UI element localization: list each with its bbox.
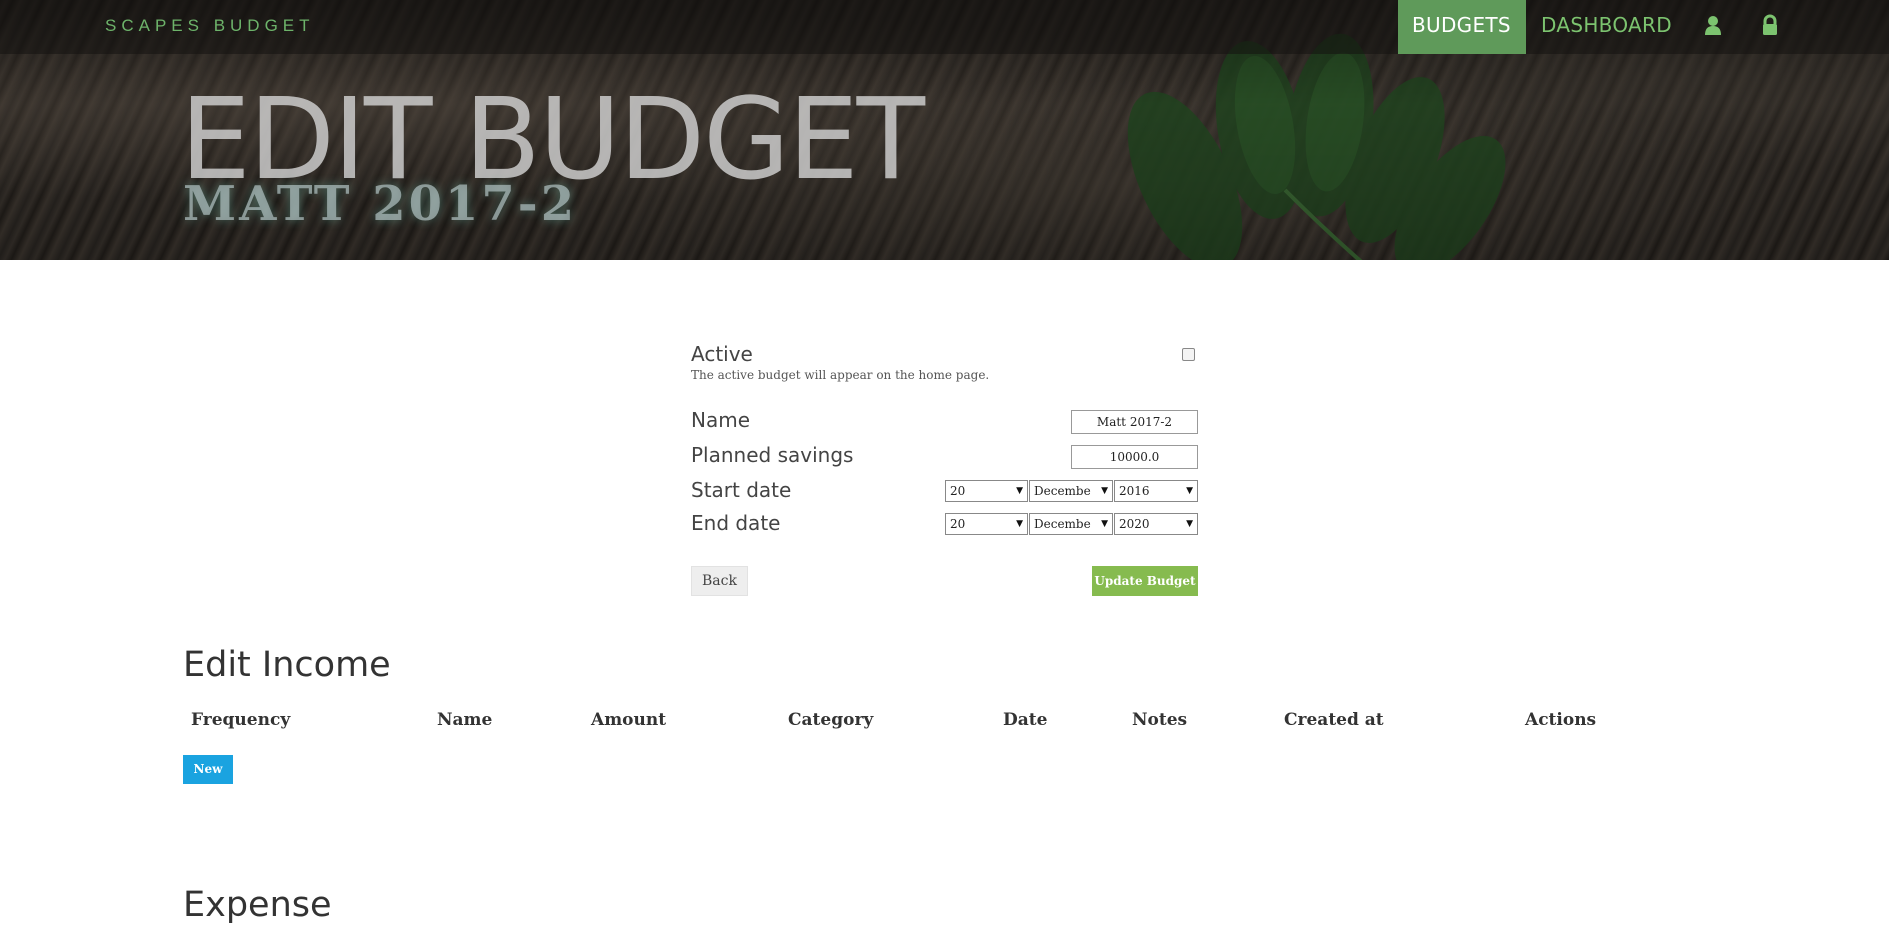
- start-date-label: Start date: [691, 478, 792, 502]
- name-input[interactable]: Matt 2017-2: [1071, 410, 1198, 434]
- back-button[interactable]: Back: [691, 566, 748, 596]
- nav-link-dashboard[interactable]: DASHBOARD: [1527, 0, 1682, 54]
- column-header-actions: Actions: [1525, 710, 1597, 730]
- expense-section-title: Expense: [183, 885, 332, 925]
- chevron-down-icon: ▼: [1101, 486, 1108, 496]
- planned-savings-input[interactable]: 10000.0: [1071, 445, 1198, 469]
- update-budget-button[interactable]: Update Budget: [1092, 566, 1198, 596]
- end-month-value: Decembe: [1034, 517, 1091, 531]
- new-income-button[interactable]: New: [183, 755, 233, 784]
- end-day-select[interactable]: 20 ▼: [945, 513, 1028, 535]
- chevron-down-icon: ▼: [1016, 486, 1023, 496]
- column-header-created-at: Created at: [1284, 710, 1384, 730]
- brand-logo[interactable]: SCAPES BUDGET: [105, 16, 315, 36]
- hero-banner: SCAPES BUDGET BUDGETS DASHBOARD EDIT BUD…: [0, 0, 1889, 260]
- navbar: SCAPES BUDGET BUDGETS DASHBOARD: [0, 0, 1889, 54]
- name-label: Name: [691, 408, 751, 432]
- column-header-frequency: Frequency: [191, 710, 291, 730]
- active-checkbox[interactable]: [1182, 348, 1195, 361]
- lock-icon[interactable]: [1760, 14, 1780, 36]
- budget-subtitle: MATT 2017-2: [183, 176, 578, 232]
- start-year-select[interactable]: 2016 ▼: [1114, 480, 1198, 502]
- start-year-value: 2016: [1119, 484, 1150, 498]
- start-day-select[interactable]: 20 ▼: [945, 480, 1028, 502]
- income-section-title: Edit Income: [183, 645, 391, 685]
- column-header-name: Name: [437, 710, 493, 730]
- chevron-down-icon: ▼: [1016, 519, 1023, 529]
- end-month-select[interactable]: Decembe ▼: [1029, 513, 1113, 535]
- column-header-date: Date: [1003, 710, 1048, 730]
- chevron-down-icon: ▼: [1186, 486, 1193, 496]
- end-date-label: End date: [691, 511, 781, 535]
- chevron-down-icon: ▼: [1186, 519, 1193, 529]
- chevron-down-icon: ▼: [1101, 519, 1108, 529]
- nav-link-budgets[interactable]: BUDGETS: [1398, 0, 1526, 54]
- start-day-value: 20: [950, 484, 966, 498]
- end-day-value: 20: [950, 517, 966, 531]
- user-icon[interactable]: [1703, 14, 1723, 36]
- column-header-notes: Notes: [1132, 710, 1188, 730]
- end-year-select[interactable]: 2020 ▼: [1114, 513, 1198, 535]
- start-month-select[interactable]: Decembe ▼: [1029, 480, 1113, 502]
- start-month-value: Decembe: [1034, 484, 1091, 498]
- planned-savings-label: Planned savings: [691, 443, 854, 467]
- active-help-text: The active budget will appear on the hom…: [691, 368, 990, 382]
- end-year-value: 2020: [1119, 517, 1150, 531]
- column-header-amount: Amount: [591, 710, 667, 730]
- active-label: Active: [691, 342, 753, 366]
- column-header-category: Category: [788, 710, 874, 730]
